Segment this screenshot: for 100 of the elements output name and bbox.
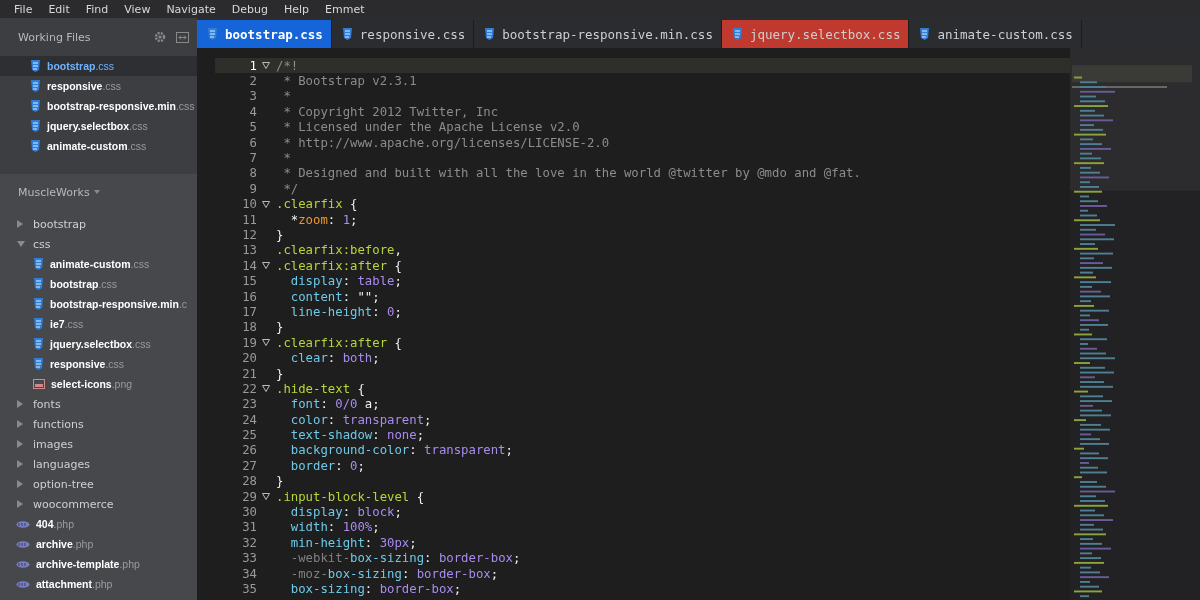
folder-row[interactable]: bootstrap <box>0 214 197 234</box>
code-line: width: 100%; <box>289 520 380 535</box>
panel-title: Working Files <box>18 30 91 44</box>
file-row[interactable]: ie7.css <box>0 314 197 334</box>
file-name: jquery.selectbox.css <box>50 338 151 350</box>
folder-name: bootstrap <box>33 217 87 231</box>
file-tab[interactable]: bootstrap.css <box>197 20 332 48</box>
code-line: min-height: 30px; <box>289 535 417 550</box>
collapsed-arrow-icon[interactable] <box>17 220 23 228</box>
fold-arrow-icon[interactable] <box>261 339 270 347</box>
line-number: 18 <box>241 320 257 335</box>
fold-arrow-icon[interactable] <box>261 385 270 393</box>
folder-row[interactable]: woocommerce <box>0 494 197 514</box>
folder-row[interactable]: fonts <box>0 394 197 414</box>
fold-arrow-icon[interactable] <box>261 62 270 70</box>
folder-row[interactable]: css <box>0 234 197 254</box>
expanded-arrow-icon[interactable] <box>17 241 25 247</box>
line-number: 6 <box>248 135 257 150</box>
line-number: 19 <box>241 335 257 350</box>
file-row[interactable]: archive.php <box>0 534 197 554</box>
dropdown-caret-icon[interactable] <box>93 190 100 194</box>
working-file-item[interactable]: jquery.selectbox.css <box>0 116 197 136</box>
collapsed-arrow-icon[interactable] <box>17 420 23 428</box>
menu-item[interactable]: Find <box>77 2 117 16</box>
menu-item[interactable]: Help <box>275 2 317 16</box>
collapsed-arrow-icon[interactable] <box>17 440 23 448</box>
css-file-icon <box>30 80 41 92</box>
code-line: } <box>275 228 284 242</box>
code-line: -webkit-box-sizing: border-box; <box>289 551 521 566</box>
menu-item[interactable]: File <box>6 2 41 16</box>
working-file-item[interactable]: animate-custom.css <box>0 136 197 156</box>
folder-row[interactable]: languages <box>0 454 197 474</box>
folder-row[interactable]: option-tree <box>0 474 197 494</box>
collapsed-arrow-icon[interactable] <box>17 400 23 408</box>
settings-icon[interactable] <box>154 31 166 43</box>
folder-name: fonts <box>33 397 61 411</box>
css-file-icon <box>33 358 44 370</box>
line-number: 2 <box>248 74 257 89</box>
fold-arrow-icon[interactable] <box>261 200 270 208</box>
code-line: * Licensed under the Apache License v2.0 <box>282 120 580 135</box>
line-number: 35 <box>241 581 257 596</box>
line-number: 11 <box>241 212 257 227</box>
line-number: 7 <box>248 151 257 166</box>
collapsed-arrow-icon[interactable] <box>17 480 23 488</box>
code-line: -moz-box-sizing: border-box; <box>289 566 499 581</box>
line-number: 21 <box>241 366 257 381</box>
minimap-drawing[interactable] <box>1070 48 1200 600</box>
folder-row[interactable]: functions <box>0 414 197 434</box>
file-row[interactable]: select-icons.png <box>0 374 197 394</box>
menu-item[interactable]: Edit <box>40 2 78 16</box>
split-view-icon[interactable] <box>176 31 189 43</box>
working-file-item[interactable]: bootstrap.css <box>0 56 197 76</box>
line-number: 1 <box>248 58 257 73</box>
file-name: bootstrap-responsive.min.c <box>50 298 188 310</box>
working-file-item[interactable]: responsive.css <box>0 76 197 96</box>
menu-item[interactable]: Navigate <box>158 2 224 16</box>
line-number: 23 <box>241 397 257 412</box>
file-row[interactable]: attachment.php <box>0 574 197 594</box>
collapsed-arrow-icon[interactable] <box>17 460 23 468</box>
line-number: 31 <box>241 520 257 535</box>
css-file-icon <box>33 278 44 290</box>
line-number: 9 <box>248 181 257 196</box>
line-number: 24 <box>241 412 257 427</box>
code-line: .clearfix:after { <box>275 258 402 273</box>
working-file-item[interactable]: bootstrap-responsive.min.css <box>0 96 197 116</box>
file-row[interactable]: 404.php <box>0 514 197 534</box>
css-file-icon <box>30 120 41 132</box>
css-file-icon <box>30 140 41 152</box>
file-name: archive.php <box>36 538 94 550</box>
project-title[interactable]: MuscleWorks <box>18 185 90 199</box>
file-name: select-icons.png <box>51 378 133 390</box>
file-row[interactable]: bootstrap-responsive.min.c <box>0 294 197 314</box>
menu-item[interactable]: Debug <box>223 2 276 16</box>
code-line: .hide-text { <box>275 381 365 396</box>
menu-item[interactable]: Emmet <box>317 2 373 16</box>
code-line: clear: both; <box>289 351 380 366</box>
file-row[interactable]: bootstrap.css <box>0 274 197 294</box>
fold-arrow-icon[interactable] <box>261 493 270 501</box>
file-tab[interactable]: jquery.selectbox.css <box>721 20 910 48</box>
folder-name: woocommerce <box>33 497 114 511</box>
collapsed-arrow-icon[interactable] <box>17 500 23 508</box>
code-line: /*! <box>275 58 299 73</box>
file-name: animate-custom.css <box>50 258 150 270</box>
css-file-icon <box>919 28 931 40</box>
line-number: 3 <box>248 89 257 104</box>
file-name: animate-custom.css <box>47 140 147 152</box>
line-number: 15 <box>241 274 257 289</box>
menu-item[interactable]: View <box>116 2 159 16</box>
code-line: line-height: 0; <box>289 304 402 319</box>
file-row[interactable]: archive-template.php <box>0 554 197 574</box>
file-row[interactable]: jquery.selectbox.css <box>0 334 197 354</box>
file-row[interactable]: responsive.css <box>0 354 197 374</box>
code-line: } <box>275 320 284 335</box>
folder-row[interactable]: images <box>0 434 197 454</box>
file-row[interactable]: animate-custom.css <box>0 254 197 274</box>
line-number: 30 <box>241 505 257 519</box>
fold-arrow-icon[interactable] <box>261 262 270 270</box>
css-file-icon <box>484 28 496 40</box>
file-name: responsive.css <box>47 80 122 92</box>
file-name: ie7.css <box>50 318 84 330</box>
